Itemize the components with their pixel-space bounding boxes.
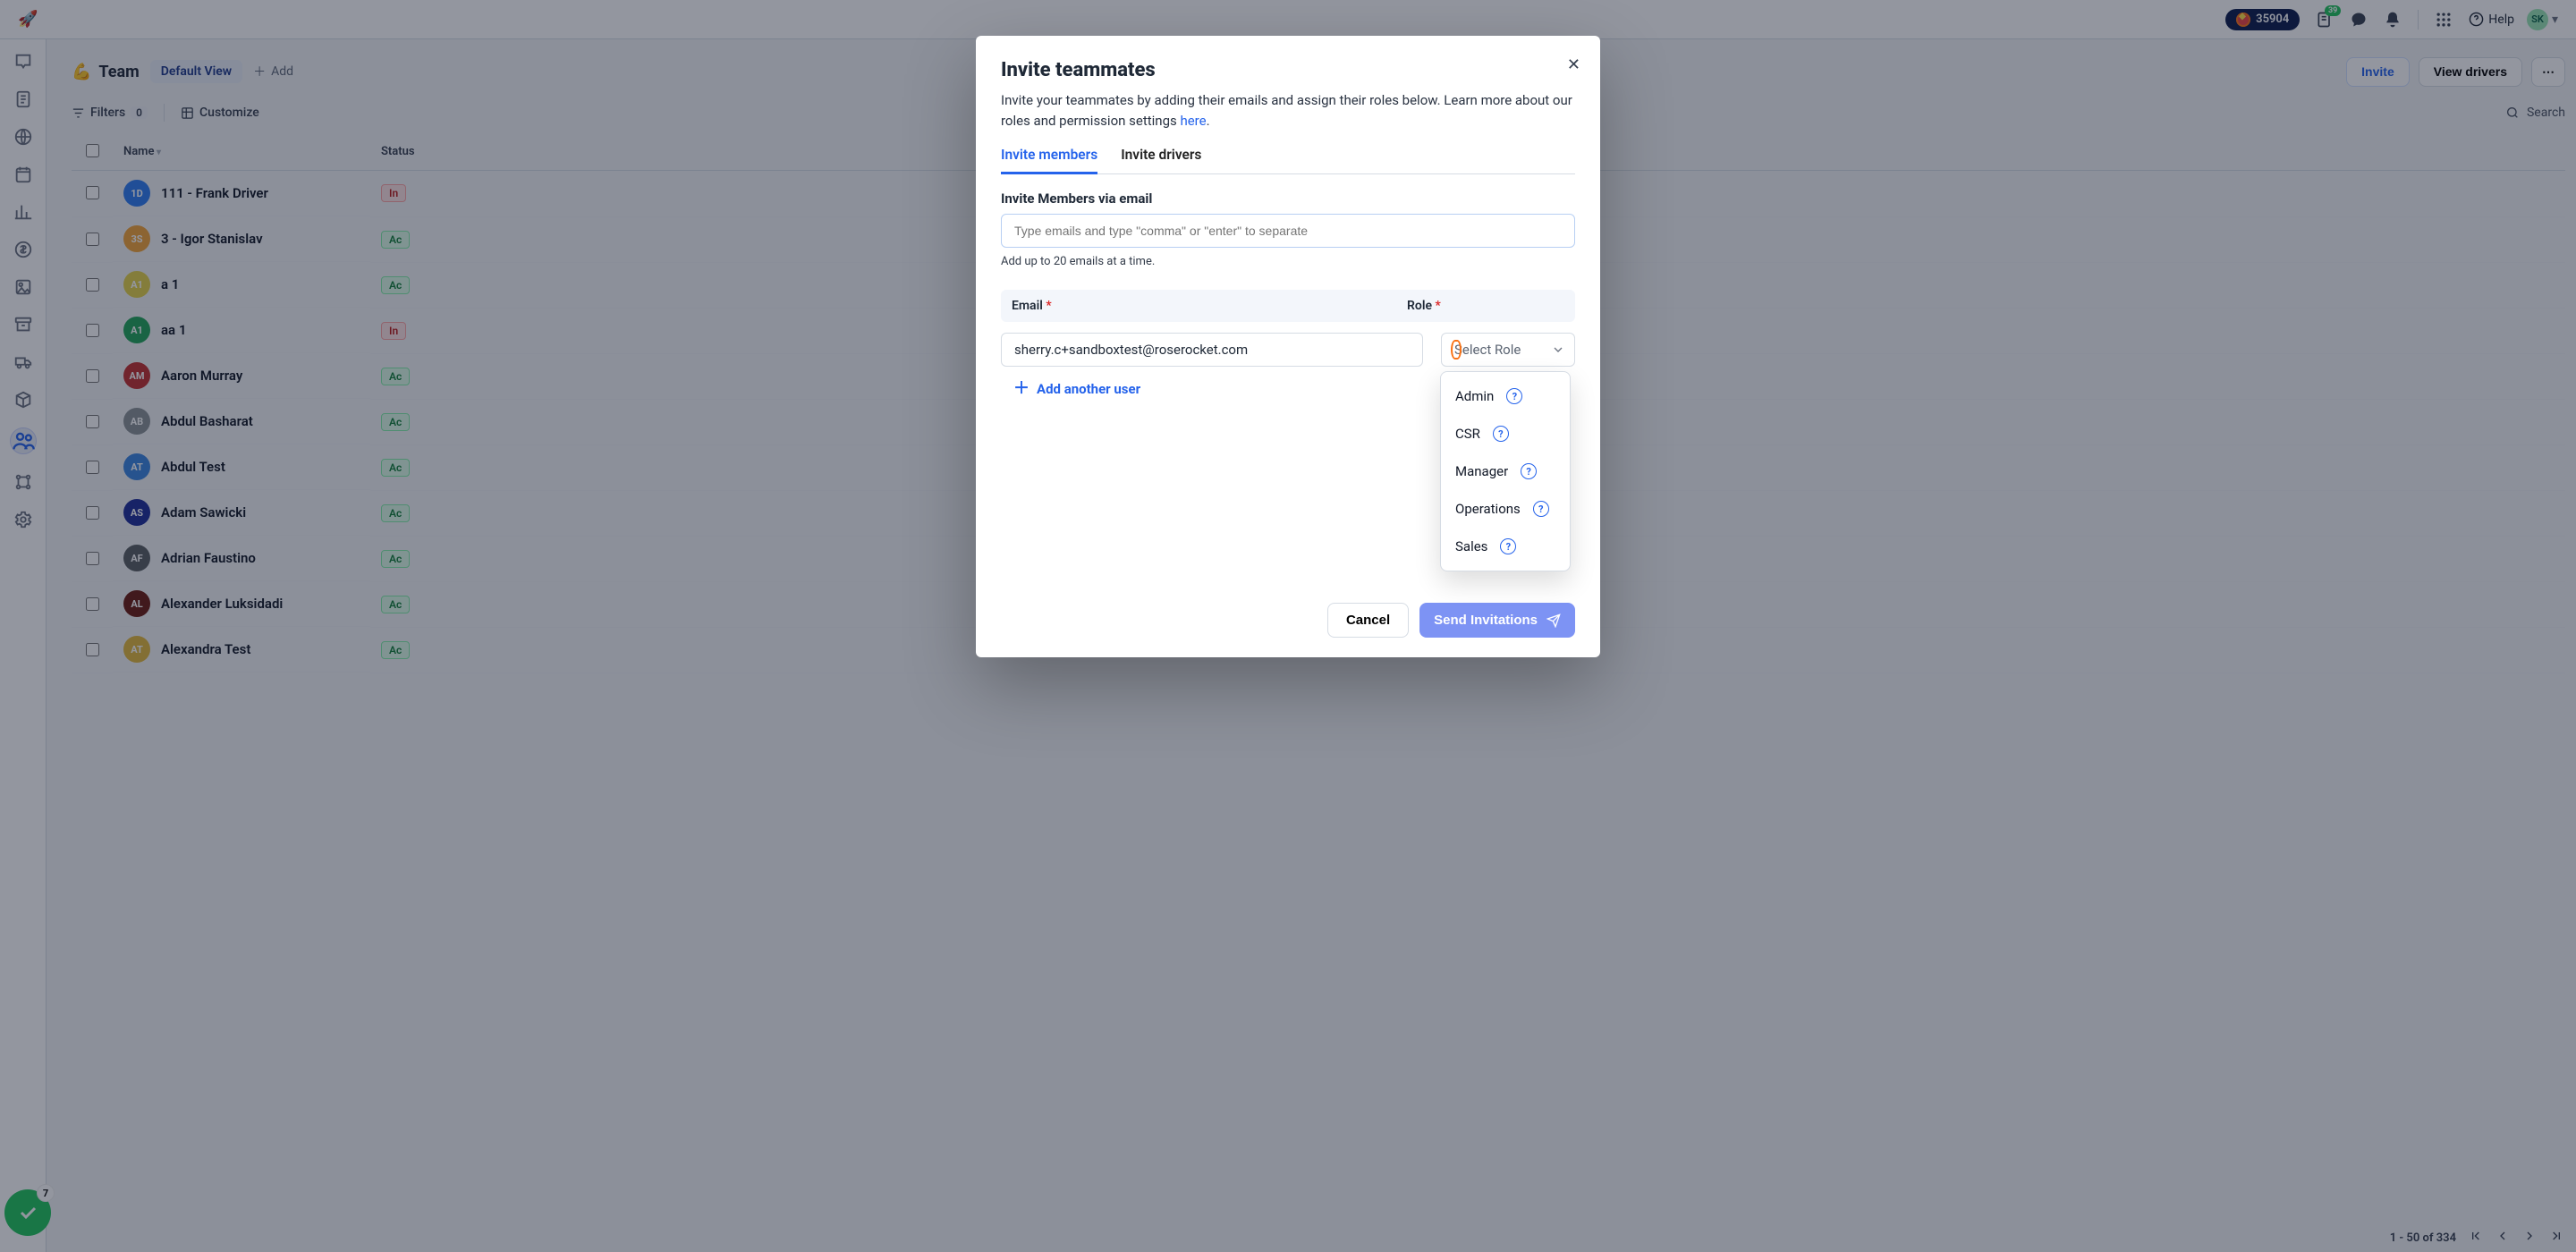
chevron-down-icon <box>1551 343 1565 357</box>
send-invitations-button[interactable]: Send Invitations <box>1419 603 1575 638</box>
invite-modal: ✕ Invite teammates Invite your teammates… <box>976 36 1600 657</box>
email-field[interactable]: sherry.c+sandboxtest@roserocket.com <box>1001 333 1423 367</box>
role-placeholder: Select Role <box>1454 342 1521 358</box>
email-hint: Add up to 20 emails at a time. <box>1001 255 1575 268</box>
invite-grid-header: Email * Role * <box>1001 290 1575 322</box>
role-option[interactable]: CSR? <box>1441 415 1570 453</box>
close-icon[interactable]: ✕ <box>1567 55 1580 74</box>
info-icon[interactable]: ? <box>1506 388 1522 404</box>
modal-title: Invite teammates <box>1001 59 1575 81</box>
role-option-label: Sales <box>1455 538 1487 554</box>
modal-tabs: Invite members Invite drivers <box>1001 147 1575 174</box>
role-option-label: CSR <box>1455 426 1480 442</box>
info-icon[interactable]: ? <box>1500 538 1516 554</box>
role-option[interactable]: Admin? <box>1441 377 1570 415</box>
add-another-label: Add another user <box>1037 381 1140 397</box>
send-icon <box>1546 613 1561 628</box>
tab-invite-members[interactable]: Invite members <box>1001 147 1097 173</box>
tab-invite-drivers[interactable]: Invite drivers <box>1121 147 1201 173</box>
col-email-header: Email * <box>1012 299 1389 313</box>
cancel-button[interactable]: Cancel <box>1327 603 1409 638</box>
role-option-label: Operations <box>1455 501 1521 517</box>
section-title: Invite Members via email <box>1001 190 1575 207</box>
modal-subtitle-text: Invite your teammates by adding their em… <box>1001 92 1572 129</box>
role-select[interactable]: Select Role Admin?CSR?Manager?Operations… <box>1441 333 1575 367</box>
cursor-highlight <box>1451 340 1462 360</box>
col-role-header: Role * <box>1407 299 1564 313</box>
bulk-email-input[interactable] <box>1001 214 1575 248</box>
info-icon[interactable]: ? <box>1493 426 1509 442</box>
role-option-label: Admin <box>1455 388 1494 404</box>
role-option[interactable]: Manager? <box>1441 453 1570 490</box>
modal-footer: Cancel Send Invitations <box>1001 603 1575 638</box>
role-option[interactable]: Sales? <box>1441 528 1570 565</box>
info-icon[interactable]: ? <box>1533 501 1549 517</box>
send-label: Send Invitations <box>1434 613 1538 628</box>
permissions-help-link[interactable]: here <box>1180 113 1206 129</box>
role-option-label: Manager <box>1455 463 1508 479</box>
info-icon[interactable]: ? <box>1521 463 1537 479</box>
role-dropdown: Admin?CSR?Manager?Operations?Sales? <box>1440 371 1571 571</box>
invite-row: sherry.c+sandboxtest@roserocket.com Sele… <box>1001 333 1575 367</box>
modal-subtitle: Invite your teammates by adding their em… <box>1001 90 1575 131</box>
role-option[interactable]: Operations? <box>1441 490 1570 528</box>
